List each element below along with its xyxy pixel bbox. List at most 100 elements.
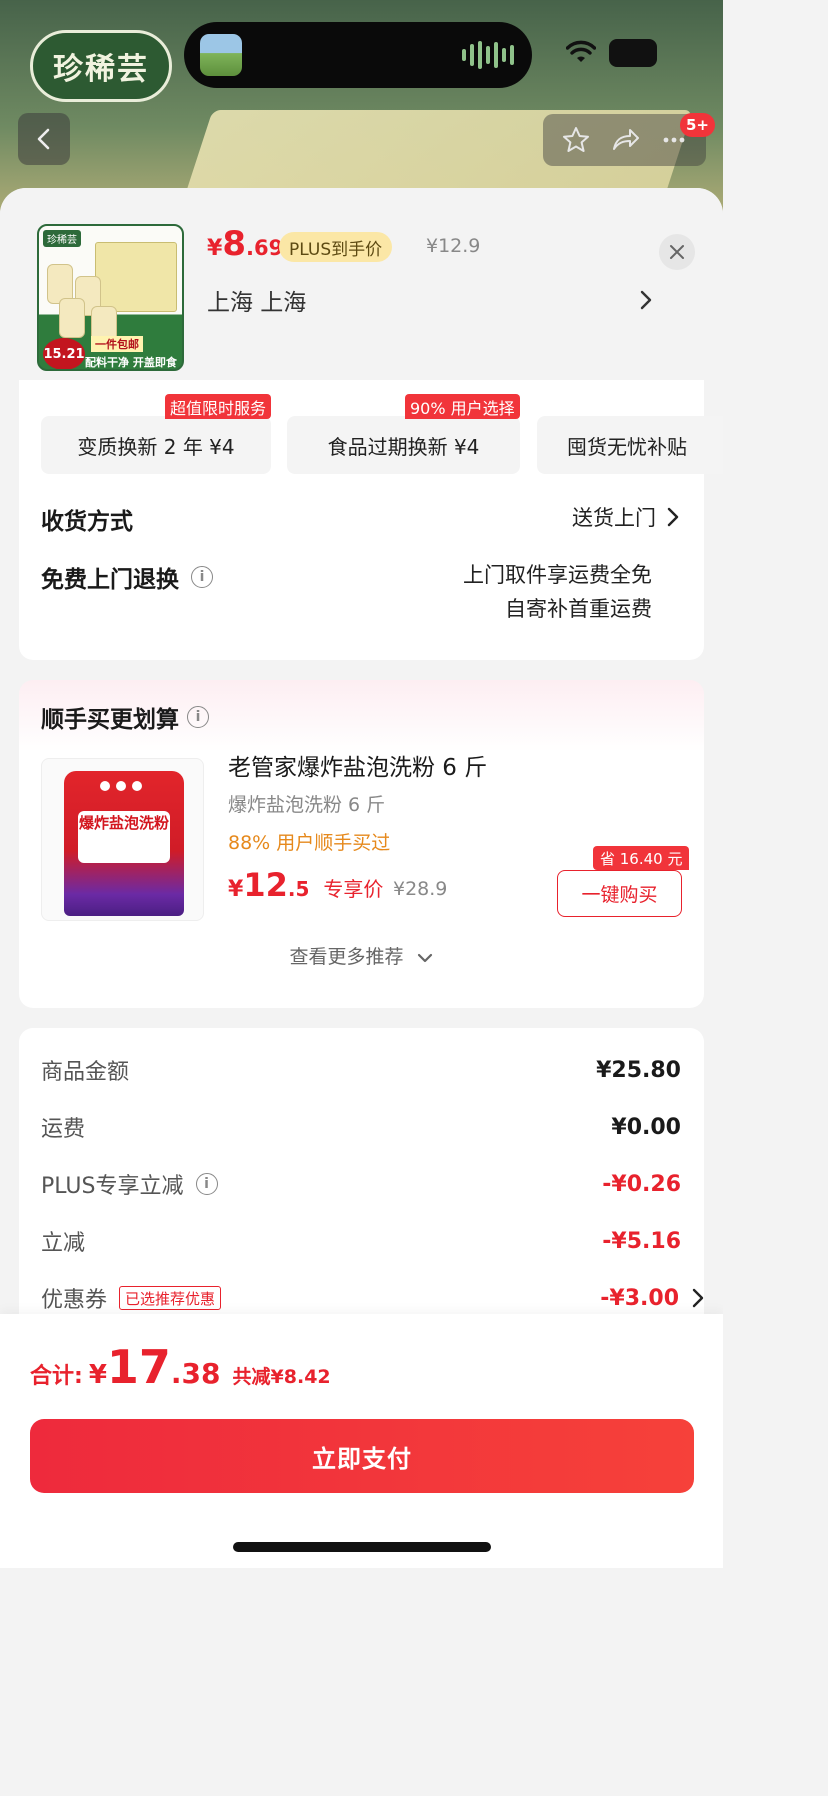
view-more-recommendations[interactable]: 查看更多推荐 xyxy=(19,942,704,969)
bag-label: 爆炸盐泡洗粉 xyxy=(78,811,170,863)
total-currency: ¥ xyxy=(88,1360,107,1390)
summary-row-plus-discount: PLUS专享立减 i -¥0.26 xyxy=(41,1164,681,1204)
service-options: 变质换新 2 年 ¥4 超值限时服务 食品过期换新 ¥4 90% 用户选择 囤货… xyxy=(41,394,723,474)
detergent-bag: 爆炸盐泡洗粉 xyxy=(64,771,184,916)
recommend-product-image[interactable]: 爆炸盐泡洗粉 xyxy=(41,758,204,921)
one-click-buy-button[interactable]: 一键购买 xyxy=(557,870,682,917)
summary-label: PLUS专享立减 xyxy=(41,1174,184,1199)
thumbnail-brand-label: 珍稀芸 xyxy=(43,230,81,247)
service-option-expiry-replace[interactable]: 食品过期换新 ¥4 90% 用户选择 xyxy=(287,394,520,474)
address-selector[interactable]: 上海 上海 xyxy=(207,280,653,320)
view-more-label: 查看更多推荐 xyxy=(289,946,404,968)
summary-value: ¥25.80 xyxy=(596,1057,681,1083)
summary-value: ¥0.00 xyxy=(611,1114,681,1140)
total-label: 合计: xyxy=(30,1364,83,1389)
thumbnail-gift-box xyxy=(95,242,177,312)
summary-label-wrap: PLUS专享立减 i xyxy=(41,1168,218,1200)
coupon-selected-tag: 已选推荐优惠 xyxy=(119,1286,222,1310)
recommend-popularity: 88% 用户顺手买过 xyxy=(228,832,391,854)
price-integer: 8 xyxy=(222,224,246,264)
delivery-method-label: 收货方式 xyxy=(41,509,133,535)
checkout-sheet: 珍稀芸 一件包邮 15.21 配料干净 开盖即食 ¥ 8 .69 PLUS到手价… xyxy=(0,188,723,1568)
service-option-badge: 超值限时服务 xyxy=(164,394,271,419)
product-thumbnail[interactable]: 珍稀芸 一件包邮 15.21 配料干净 开盖即食 xyxy=(37,224,184,371)
thumbnail-free-shipping-label: 一件包邮 xyxy=(91,336,143,352)
pay-now-button[interactable]: 立即支付 xyxy=(30,1419,694,1493)
service-option-label: 变质换新 2 年 ¥4 xyxy=(77,434,235,459)
add-on-recommendation-card: 顺手买更划算 i 爆炸盐泡洗粉 老管家爆炸盐泡洗粉 6 斤 爆炸盐泡洗粉 6 斤… xyxy=(19,680,704,1008)
recommend-title-row: 顺手买更划算 i xyxy=(41,700,209,734)
exclusive-price-label: 专享价 xyxy=(323,877,384,901)
summary-row-shipping: 运费 ¥0.00 xyxy=(41,1107,681,1147)
delivery-method-selector[interactable]: 送货上门 xyxy=(572,502,680,532)
back-button[interactable] xyxy=(18,113,70,165)
summary-value: -¥3.00 xyxy=(600,1285,679,1311)
recommend-title: 顺手买更划算 xyxy=(41,707,179,733)
summary-label: 立减 xyxy=(41,1231,86,1256)
free-return-detail: 上门取件享运费全免 自寄补首重运费 xyxy=(463,558,652,626)
recommend-product-subtitle: 爆炸盐泡洗粉 6 斤 xyxy=(228,794,386,816)
price-currency: ¥ xyxy=(228,877,244,902)
star-icon[interactable] xyxy=(561,125,591,155)
audio-wave-icon xyxy=(462,41,514,69)
dynamic-island xyxy=(184,22,532,88)
summary-value: -¥0.26 xyxy=(602,1171,681,1197)
original-price: ¥12.9 xyxy=(426,235,481,257)
chevron-left-icon xyxy=(37,128,50,150)
brand-logo: 珍稀芸 xyxy=(30,30,172,102)
wifi-icon xyxy=(566,40,596,62)
thumbnail-jar xyxy=(59,298,85,338)
address-text: 上海 上海 xyxy=(207,290,307,316)
chevron-right-icon xyxy=(667,507,679,527)
checkout-bar: 合计: ¥ 17 .38 共减¥8.42 立即支付 xyxy=(0,1314,723,1568)
battery-indicator xyxy=(609,39,657,67)
recommend-product-name[interactable]: 老管家爆炸盐泡洗粉 6 斤 xyxy=(228,748,487,782)
free-return-line-2: 自寄补首重运费 xyxy=(505,597,652,621)
service-option-stockup-subsidy[interactable]: 囤货无忧补贴 xyxy=(537,416,723,474)
chevron-down-icon xyxy=(417,953,432,962)
summary-row-subtotal: 商品金额 ¥25.80 xyxy=(41,1050,681,1090)
info-icon[interactable]: i xyxy=(191,566,213,588)
service-option-spoil-replace[interactable]: 变质换新 2 年 ¥4 超值限时服务 xyxy=(41,394,271,474)
summary-label: 运费 xyxy=(41,1117,86,1142)
total-integer: 17 xyxy=(106,1340,171,1394)
order-total: 合计: ¥ 17 .38 共减¥8.42 xyxy=(30,1340,331,1394)
free-return-line-1: 上门取件享运费全免 xyxy=(463,563,652,587)
price-decimal: .5 xyxy=(287,877,310,901)
message-count-badge: 5+ xyxy=(680,113,716,137)
product-price: ¥ 8 .69 xyxy=(207,224,283,270)
thumbnail-slogan: 配料干净 开盖即食 xyxy=(85,356,177,369)
info-icon[interactable]: i xyxy=(187,706,209,728)
plus-price-tag: PLUS到手价 xyxy=(279,232,393,262)
total-discount: 共减¥8.42 xyxy=(232,1366,331,1388)
summary-label-wrap: 优惠券 已选推荐优惠 xyxy=(41,1282,222,1314)
info-icon[interactable]: i xyxy=(195,1173,218,1195)
price-decimal: .69 xyxy=(245,236,284,260)
summary-value: -¥5.16 xyxy=(602,1228,681,1254)
service-delivery-card: 变质换新 2 年 ¥4 超值限时服务 食品过期换新 ¥4 90% 用户选择 囤货… xyxy=(19,380,723,660)
free-return-label: 免费上门退换 xyxy=(41,567,179,593)
summary-row-instant-discount: 立减 -¥5.16 xyxy=(41,1221,681,1261)
sheet-header: 珍稀芸 一件包邮 15.21 配料干净 开盖即食 ¥ 8 .69 PLUS到手价… xyxy=(0,188,723,394)
chevron-right-icon xyxy=(640,290,652,310)
chevron-right-icon xyxy=(692,1288,704,1308)
summary-row-coupon[interactable]: 优惠券 已选推荐优惠 -¥3.00 xyxy=(41,1278,705,1318)
thumbnail-price-tag: 15.21 xyxy=(43,338,85,369)
service-option-label: 食品过期换新 ¥4 xyxy=(327,434,480,459)
delivery-method-value: 送货上门 xyxy=(572,506,656,530)
summary-value-wrap: -¥3.00 xyxy=(600,1286,705,1311)
recommend-original-price: ¥28.9 xyxy=(393,878,448,900)
total-decimal: .38 xyxy=(170,1357,221,1390)
summary-label: 优惠券 xyxy=(41,1288,108,1313)
price-summary-card: 商品金额 ¥25.80 运费 ¥0.00 PLUS专享立减 i -¥0.26 立… xyxy=(19,1028,704,1328)
close-button[interactable] xyxy=(659,234,695,270)
summary-label: 商品金额 xyxy=(41,1060,130,1085)
price-currency: ¥ xyxy=(207,236,223,261)
free-return-row: 免费上门退换 i xyxy=(41,560,213,594)
share-icon[interactable] xyxy=(610,125,640,155)
savings-badge: 省 16.40 元 xyxy=(593,846,690,870)
close-icon xyxy=(670,245,684,259)
home-indicator[interactable] xyxy=(233,1542,491,1552)
recommend-price: ¥ 12 .5 专享价 xyxy=(228,866,383,904)
price-integer: 12 xyxy=(243,866,288,904)
